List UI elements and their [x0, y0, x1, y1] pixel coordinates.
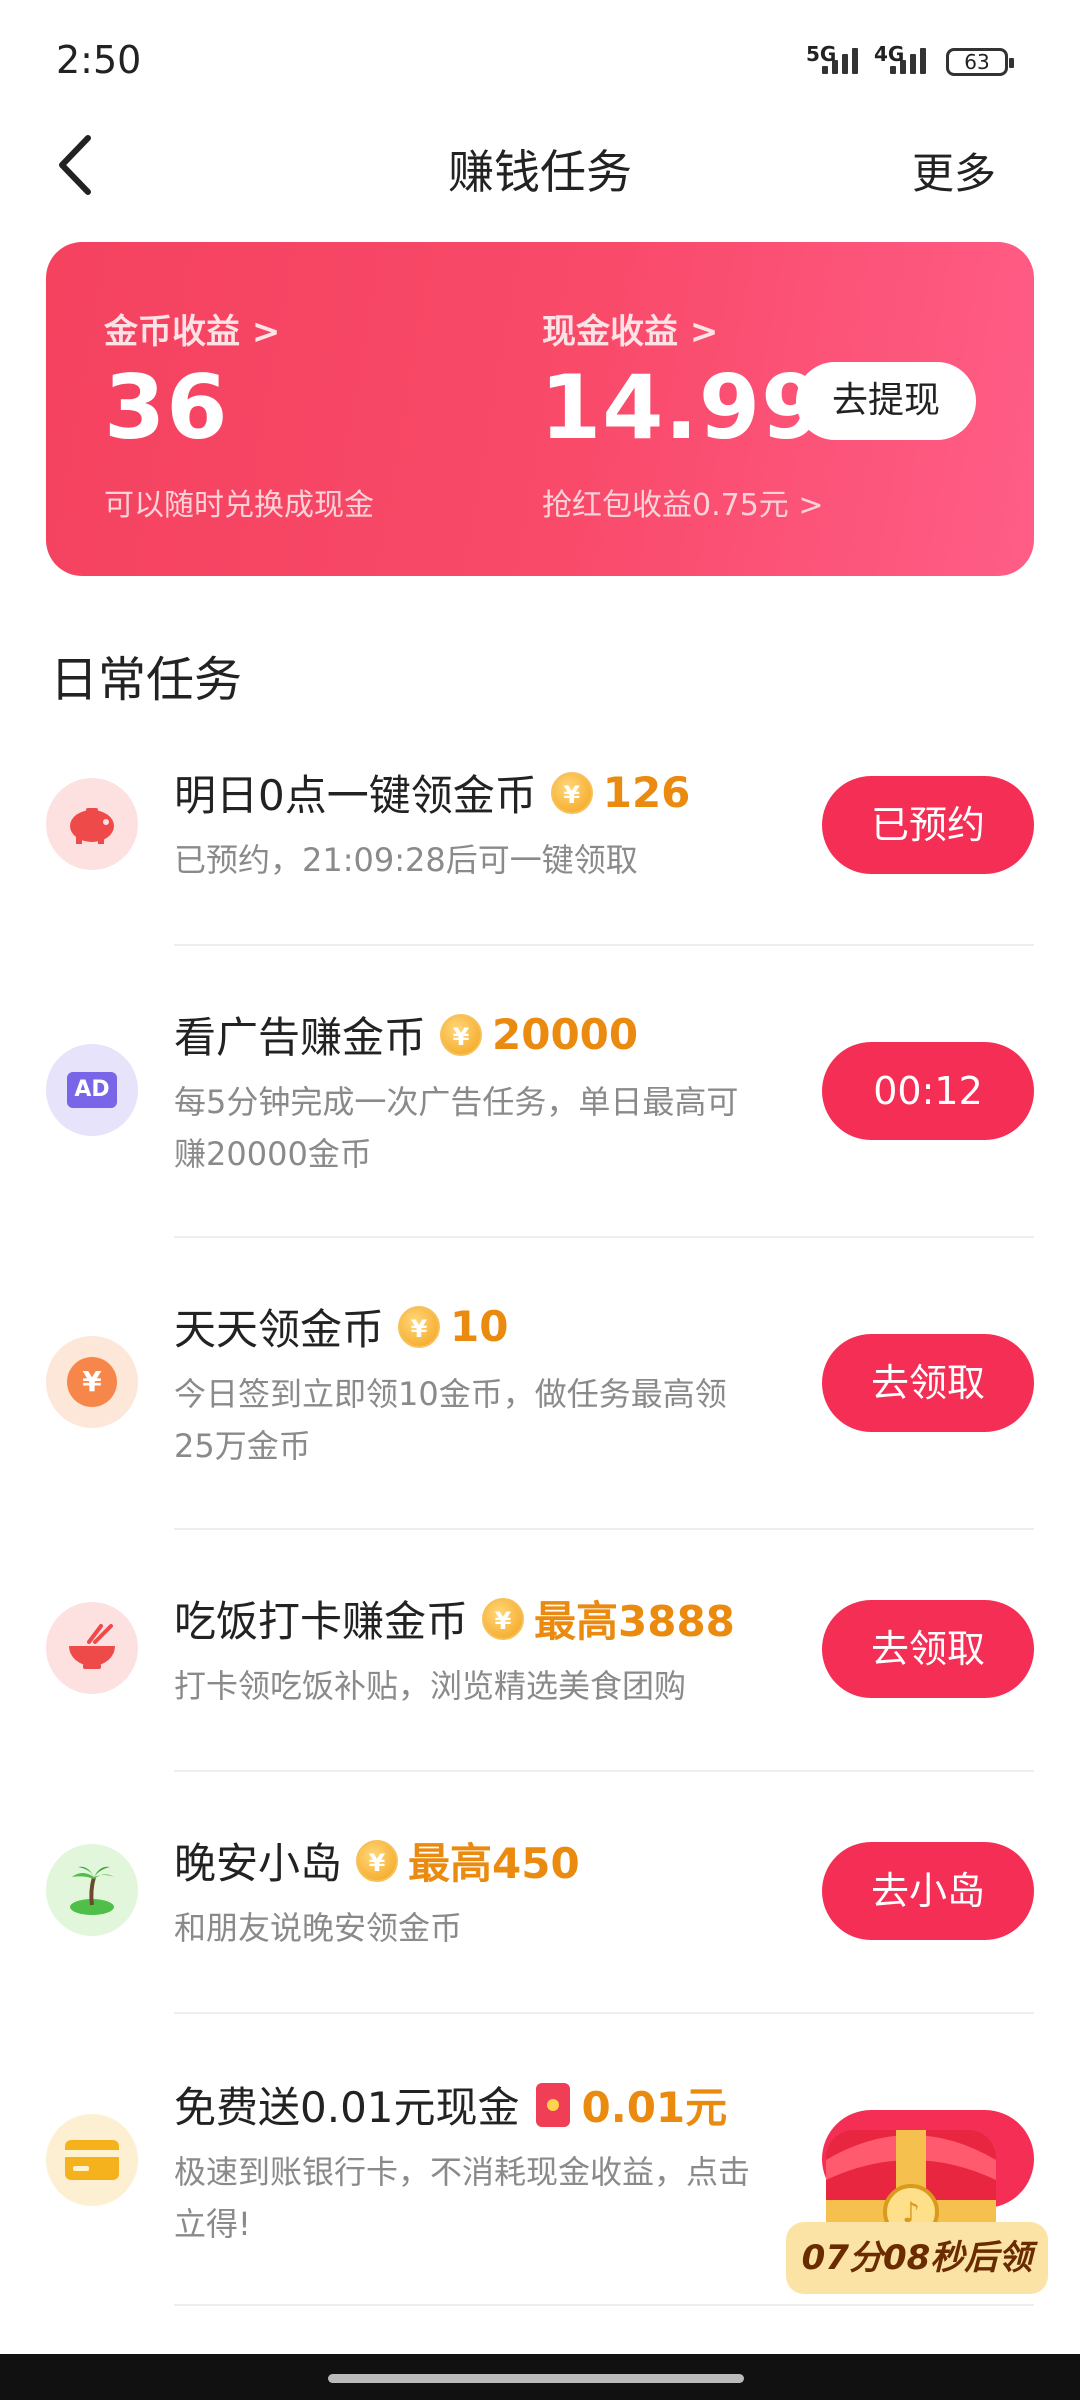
task-reward: 126 [602, 768, 691, 817]
cash-earnings-value: 14.99 [540, 356, 824, 459]
withdraw-button[interactable]: 去提现 [796, 362, 976, 440]
coin-icon: ¥ [550, 771, 593, 814]
divider [174, 2012, 1034, 2014]
section-title: 日常任务 [50, 652, 243, 708]
coin-icon: ¥ [482, 1597, 525, 1640]
task-description: 和朋友说晚安领金币 [174, 1909, 463, 1947]
divider [174, 1236, 1034, 1238]
task-reward: 最高450 [408, 1839, 580, 1888]
task-description: 打卡领吃饭补贴，浏览精选美食团购 [174, 1667, 687, 1705]
ad-icon: AD [46, 1044, 138, 1136]
status-time: 2:50 [56, 38, 142, 82]
coin-earnings-subtext: 可以随时兑换成现金 [104, 488, 374, 523]
go-island-button[interactable]: 去小岛 [822, 1842, 1034, 1940]
bank-card-icon [46, 2114, 138, 2206]
coin-earnings-link[interactable]: 金币收益 > [104, 304, 280, 353]
coin-icon: ¥ [440, 1013, 483, 1056]
signal-4g-icon: 4G [874, 42, 926, 74]
piggy-bank-icon [46, 778, 138, 870]
reserved-button[interactable]: 已预约 [822, 776, 1034, 874]
battery-icon: 63 [946, 48, 1014, 76]
task-title: 免费送0.01元现金 [174, 2083, 520, 2132]
home-indicator[interactable] [328, 2374, 744, 2383]
coin-icon: ¥ [398, 1305, 441, 1348]
task-reward: 10 [450, 1302, 509, 1351]
claim-button[interactable]: 去领取 [822, 1600, 1034, 1698]
divider [174, 1528, 1034, 1530]
task-description: 已预约，21:09:28后可一键领取 [174, 841, 638, 879]
claim-button[interactable]: 去领取 [822, 1334, 1034, 1432]
task-title: 吃饭打卡赚金币 [174, 1597, 469, 1646]
yuan-coin-icon: ¥ [46, 1336, 138, 1428]
red-packet-icon [535, 2082, 570, 2127]
divider [174, 2304, 1034, 2306]
island-icon [46, 1844, 138, 1936]
coin-earnings-value: 36 [104, 356, 229, 459]
task-reward: 0.01元 [581, 2083, 728, 2132]
ad-countdown-button[interactable]: 00:12 [822, 1042, 1034, 1140]
chest-countdown[interactable]: 07分08秒后领 [786, 2222, 1048, 2294]
signal-5g-icon: 5G [806, 42, 858, 74]
task-reward: 最高3888 [534, 1597, 735, 1646]
task-description: 极速到账银行卡，不消耗现金收益，点击立得! [174, 2153, 751, 2243]
cash-earnings-link[interactable]: 现金收益 > [542, 304, 718, 353]
more-button[interactable]: 更多 [912, 140, 996, 201]
red-packet-earnings-link[interactable]: 抢红包收益0.75元 > [542, 480, 823, 524]
coin-icon: ¥ [356, 1839, 399, 1882]
task-title: 看广告赚金币 [174, 1013, 427, 1062]
divider [174, 1770, 1034, 1772]
task-description: 今日签到立即领10金币，做任务最高领25万金币 [174, 1375, 727, 1465]
task-reward: 20000 [492, 1010, 639, 1059]
task-title: 晚安小岛 [174, 1839, 343, 1888]
rice-bowl-icon [46, 1602, 138, 1694]
task-title: 天天领金币 [174, 1305, 385, 1354]
divider [174, 944, 1034, 946]
task-description: 每5分钟完成一次广告任务，单日最高可赚20000金币 [174, 1083, 739, 1173]
task-title: 明日0点一键领金币 [174, 771, 537, 820]
